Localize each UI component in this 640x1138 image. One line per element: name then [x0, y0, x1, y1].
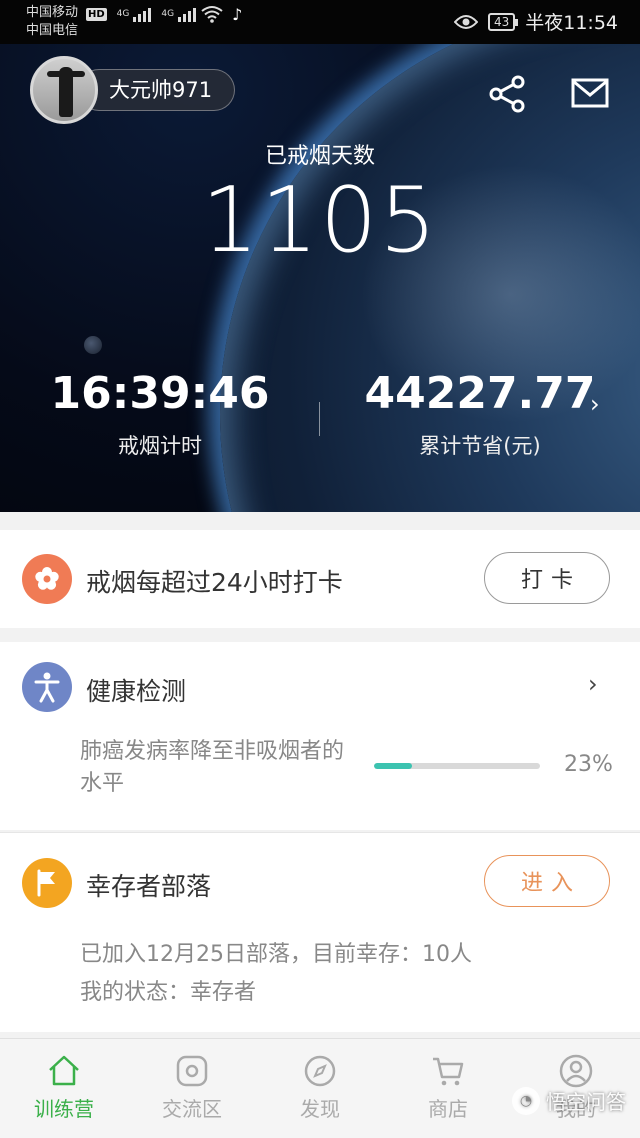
health-description: 肺癌发病率降至非吸烟者的水平 [80, 739, 345, 796]
savings-label: 累计节省(元) [419, 434, 541, 458]
mail-icon[interactable] [570, 76, 610, 110]
user-icon [559, 1054, 593, 1088]
flower-icon [35, 567, 59, 590]
tribe-join-info: 已加入12月25日部落，目前幸存：10人 [80, 942, 472, 967]
health-progress-percent: 23% [564, 752, 613, 777]
flag-icon-circle [22, 858, 72, 908]
network-type-1: 4G [116, 9, 130, 19]
nav-label-training: 训练营 [34, 1097, 94, 1121]
chat-icon [176, 1055, 208, 1087]
chevron-right-icon[interactable]: › [590, 390, 600, 418]
hd-badge: HD [86, 7, 107, 21]
nav-label-community: 交流区 [162, 1097, 222, 1121]
checkin-card: 戒烟每超过24小时打卡 打卡 [0, 530, 640, 628]
signal-bars-icon-2 [178, 6, 197, 22]
quit-timer: 16:39:46 戒烟计时 [10, 366, 310, 460]
signal-group: HD 4G 4G ♪ [86, 4, 242, 24]
carrier-labels: 中国移动 中国电信 [26, 4, 78, 40]
signal-bars-icon [133, 6, 152, 22]
watermark: ◔ 悟空问答 [512, 1086, 626, 1115]
battery-icon: 43 [487, 12, 519, 31]
username[interactable]: 大元帅971 [78, 69, 236, 111]
stat-divider [319, 402, 320, 436]
nav-item-shop[interactable]: 商店 [384, 1039, 512, 1138]
nav-item-community[interactable]: 交流区 [128, 1039, 256, 1138]
wukong-logo-icon: ◔ [512, 1086, 540, 1115]
cart-icon [433, 1057, 464, 1086]
quit-timer-label: 戒烟计时 [118, 434, 202, 458]
hero-banner: 大元帅971 已戒烟天数 1105 16:39:46 戒烟计时 44227.77… [0, 44, 640, 512]
flower-icon-circle [22, 554, 72, 604]
avatar[interactable] [30, 56, 98, 124]
status-bar: 中国移动 中国电信 HD 4G 4G ♪ 43 半夜11:54 [0, 0, 640, 44]
clock: 半夜11:54 [525, 12, 618, 34]
watermark-text: 悟空问答 [546, 1090, 626, 1114]
network-type-2: 4G [161, 9, 175, 19]
checkin-title: 戒烟每超过24小时打卡 [86, 568, 343, 597]
eye-comfort-icon [453, 14, 478, 29]
nav-label-shop: 商店 [428, 1097, 468, 1121]
quit-timer-value: 16:39:46 [50, 368, 270, 419]
health-title: 健康检测 [86, 677, 187, 706]
checkin-button[interactable]: 打卡 [484, 552, 610, 604]
person-icon-circle [22, 662, 72, 712]
tiktok-icon: ♪ [232, 4, 243, 24]
flag-icon [37, 869, 55, 897]
health-card[interactable]: 健康检测 › 肺癌发病率降至非吸烟者的水平 23% [0, 642, 640, 830]
wifi-icon [201, 6, 223, 23]
tribe-title: 幸存者部落 [86, 872, 212, 901]
health-progress-fill [374, 763, 413, 769]
status-right: 43 半夜11:54 [453, 8, 618, 35]
tribe-card: 幸存者部落 进入 已加入12月25日部落，目前幸存：10人 我的状态：幸存者 [0, 832, 640, 1032]
savings-value[interactable]: 44227.77 [330, 366, 630, 422]
savings-stat[interactable]: 44227.77 累计节省(元) [330, 366, 630, 460]
person-icon [34, 672, 60, 703]
carrier-2: 中国电信 [26, 23, 79, 38]
tribe-status: 我的状态：幸存者 [80, 980, 257, 1005]
health-progress-bar [374, 763, 540, 769]
nav-item-training[interactable]: 训练营 [0, 1039, 128, 1138]
nav-item-discover[interactable]: 发现 [256, 1039, 384, 1138]
compass-icon [304, 1055, 336, 1087]
divider [0, 832, 640, 833]
carrier-1: 中国移动 [26, 5, 79, 20]
profile-chip[interactable]: 大元帅971 [30, 56, 236, 124]
chevron-right-icon[interactable]: › [588, 670, 598, 698]
quit-days-label: 已戒烟天数 [264, 144, 375, 169]
moon-background [84, 336, 102, 354]
enter-tribe-button[interactable]: 进入 [484, 855, 610, 907]
quit-days-value: 1105 [201, 168, 439, 273]
home-icon [49, 1055, 79, 1086]
nav-label-discover: 发现 [300, 1097, 340, 1121]
share-icon[interactable] [488, 74, 528, 114]
flower-center [43, 575, 51, 583]
